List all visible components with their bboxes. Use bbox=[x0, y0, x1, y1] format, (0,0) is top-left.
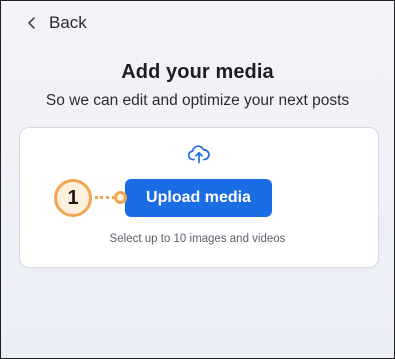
cloud-upload-icon bbox=[187, 142, 211, 166]
page-subtitle: So we can edit and optimize your next po… bbox=[45, 92, 350, 109]
back-label: Back bbox=[49, 13, 87, 32]
page-title: Add your media bbox=[121, 61, 274, 83]
upload-hint: Select up to 10 images and videos bbox=[109, 233, 286, 245]
callout-connector bbox=[95, 196, 115, 199]
step-callout-badge: 1 bbox=[54, 179, 92, 217]
callout-pointer-dot bbox=[114, 191, 127, 204]
upload-media-button[interactable]: Upload media bbox=[125, 179, 272, 217]
back-button[interactable]: Back bbox=[27, 13, 87, 33]
app-window: Back Add your media So we can edit and o… bbox=[0, 0, 395, 359]
chevron-left-icon bbox=[27, 16, 37, 30]
